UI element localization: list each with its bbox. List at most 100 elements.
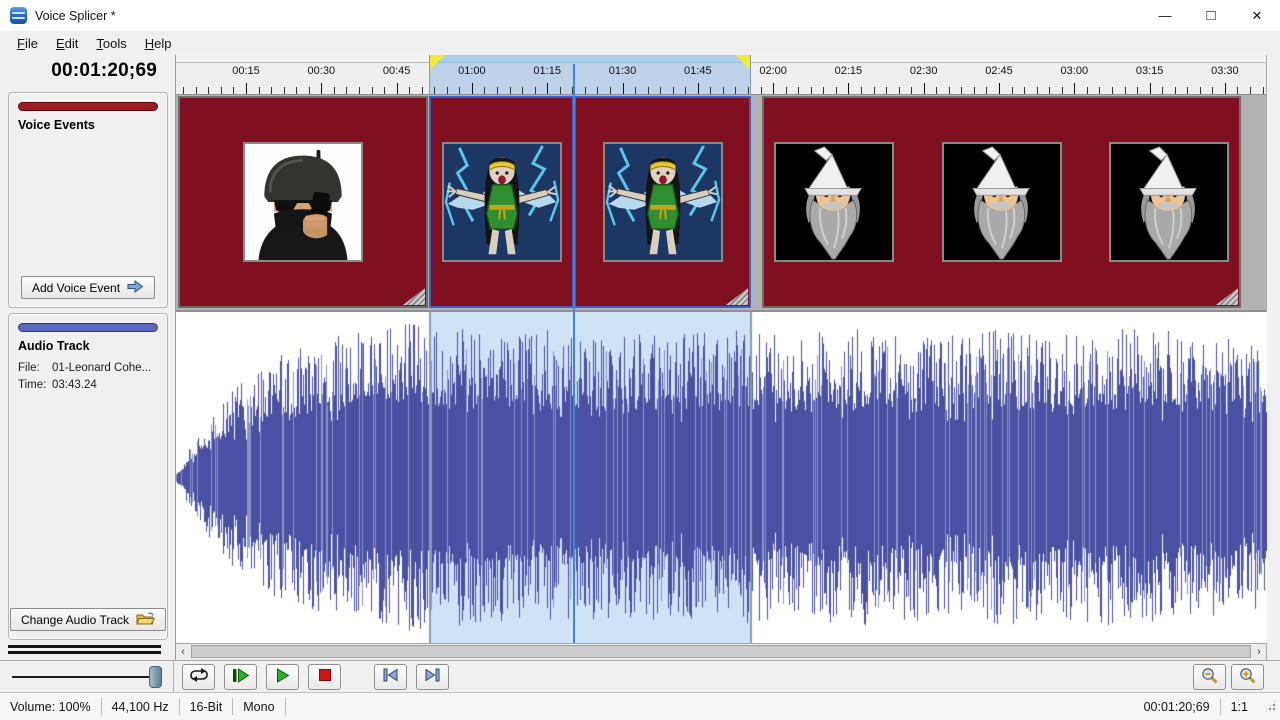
scroll-left-arrow[interactable]: ‹: [176, 644, 190, 660]
ruler-label: 00:15: [232, 65, 260, 77]
open-folder-icon: [136, 611, 155, 629]
minimize-button[interactable]: —: [1142, 0, 1188, 31]
ruler-tick: [522, 87, 523, 94]
menu-tools[interactable]: Tools: [87, 34, 135, 53]
zoom-out-button[interactable]: [1193, 664, 1226, 690]
ruler-tick: [949, 87, 950, 94]
app-icon: [10, 7, 27, 24]
ruler-tick: [472, 83, 473, 94]
zoom-buttons: [1193, 664, 1264, 690]
change-audio-track-label: Change Audio Track: [21, 613, 129, 627]
window-title: Voice Splicer *: [35, 9, 116, 23]
video-clip-witch-a[interactable]: [429, 96, 574, 308]
play-all-button[interactable]: [224, 664, 257, 690]
add-voice-event-button[interactable]: Add Voice Event: [21, 276, 155, 299]
ruler-tick: [1024, 87, 1025, 94]
stop-button[interactable]: [308, 664, 341, 690]
waveform-canvas[interactable]: [176, 312, 1267, 643]
zoom-slider-thumb[interactable]: [149, 666, 162, 688]
status-sample-rate: 44,100 Hz: [102, 700, 179, 714]
selection-top-tint: [430, 55, 750, 63]
scrollbar-thumb[interactable]: [191, 645, 1251, 658]
close-button[interactable]: ✕: [1234, 0, 1280, 31]
add-voice-event-label: Add Voice Event: [32, 281, 120, 295]
loop-icon: [188, 667, 210, 686]
horizontal-scrollbar[interactable]: ‹ ›: [176, 643, 1266, 660]
ruler-tick: [1074, 83, 1075, 94]
ruler-tick: [484, 87, 485, 94]
ruler-tick: [685, 87, 686, 94]
video-clip-witch-b[interactable]: [574, 96, 751, 308]
ruler-label: 02:00: [759, 65, 787, 77]
ruler-tick: [334, 87, 335, 94]
maximize-button[interactable]: □: [1188, 0, 1234, 31]
menu-help[interactable]: Help: [136, 34, 181, 53]
selection-start-marker[interactable]: [430, 55, 445, 70]
change-audio-track-button[interactable]: Change Audio Track: [10, 608, 166, 631]
ruler-tick: [961, 87, 962, 94]
zoom-in-button[interactable]: [1231, 664, 1264, 690]
sidebar-grip-line[interactable]: [8, 651, 161, 654]
stop-icon: [318, 668, 332, 685]
ruler-tick: [786, 87, 787, 94]
ruler-tick: [409, 87, 410, 94]
ruler-tick: [735, 87, 736, 94]
selection-end-marker[interactable]: [735, 55, 750, 70]
timeline-ruler[interactable]: 00:1500:3000:4501:0001:1501:3001:4502:00…: [176, 55, 1266, 95]
play-button[interactable]: [266, 664, 299, 690]
ruler-tick: [1200, 87, 1201, 94]
ruler-tick: [1175, 87, 1176, 94]
zoom-slider-track[interactable]: [12, 676, 159, 678]
video-clip-wizard[interactable]: [762, 96, 1241, 308]
ruler-tick: [346, 87, 347, 94]
ruler-tick: [836, 87, 837, 94]
waveform-area[interactable]: [176, 312, 1266, 643]
ruler-tick: [848, 83, 849, 94]
ruler-tick: [397, 83, 398, 94]
bottom-control-bar: [0, 660, 1280, 692]
zoom-slider[interactable]: [0, 661, 174, 692]
skip-start-button[interactable]: [374, 664, 407, 690]
play-all-icon: [232, 668, 250, 686]
loop-button[interactable]: [182, 664, 215, 690]
ruler-label: 01:00: [458, 65, 486, 77]
ruler-tick: [560, 87, 561, 94]
ruler-tick: [434, 87, 435, 94]
clip-resize-grip[interactable]: [726, 288, 748, 305]
ruler-tick: [1112, 87, 1113, 94]
content: 00:01:20;69 Voice Events Add Voice Event…: [0, 55, 1280, 660]
ruler-tick: [635, 87, 636, 94]
playhead[interactable]: [573, 64, 575, 643]
clip-resize-grip[interactable]: [403, 288, 425, 305]
video-track-lane: [176, 95, 1266, 312]
ruler-tick: [585, 87, 586, 94]
ruler-tick: [723, 87, 724, 94]
ruler-tick: [196, 87, 197, 94]
ruler-tick: [811, 87, 812, 94]
editor-main: 00:1500:3000:4501:0001:1501:3001:4502:00…: [175, 55, 1266, 660]
voice-events-color-bar: [18, 102, 158, 111]
ruler-tick: [183, 87, 184, 94]
menu-edit[interactable]: Edit: [47, 34, 87, 53]
ruler-tick: [447, 87, 448, 94]
ruler-tick: [823, 87, 824, 94]
app-window: Voice Splicer * —□✕ FileEditToolsHelp 00…: [0, 0, 1280, 720]
menubar: FileEditToolsHelp: [0, 31, 1280, 55]
skip-end-button[interactable]: [416, 664, 449, 690]
ruler-tick: [698, 83, 699, 94]
ruler-tick: [233, 87, 234, 94]
ruler-tick: [372, 87, 373, 94]
clip-resize-grip[interactable]: [1216, 288, 1238, 305]
statusbar-separator: [285, 698, 286, 715]
status-position: 00:01:20;69: [1134, 700, 1220, 714]
ruler-tick: [359, 87, 360, 94]
video-clip-soldier[interactable]: [178, 96, 428, 308]
ruler-label: 00:45: [383, 65, 411, 77]
ruler-tick: [259, 87, 260, 94]
window-resize-grip[interactable]: [1264, 699, 1277, 712]
menu-file[interactable]: File: [8, 34, 47, 53]
scroll-right-arrow[interactable]: ›: [1252, 644, 1266, 660]
ruler-tick: [535, 87, 536, 94]
ruler-tick: [246, 83, 247, 94]
sidebar-grip-line[interactable]: [8, 645, 161, 648]
